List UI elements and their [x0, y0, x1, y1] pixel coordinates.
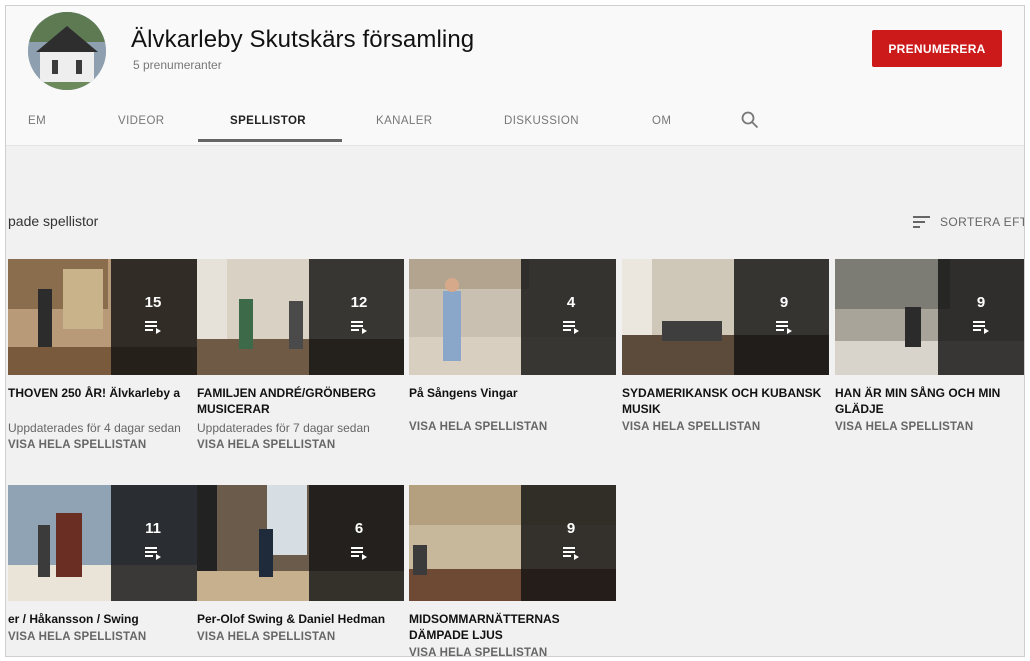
church-avatar-image: [28, 12, 106, 90]
subscribe-button[interactable]: PRENUMERERA: [872, 30, 1002, 67]
video-count: 11: [145, 520, 161, 537]
video-count: 9: [566, 520, 576, 537]
channel-tabs: EM VIDEOR SPELLISTOR KANALER DISKUSSION …: [6, 98, 1024, 144]
playlist-icon: [563, 321, 579, 334]
playlist-thumbnail[interactable]: 6: [197, 485, 404, 601]
active-tab-indicator: [198, 139, 342, 142]
playlist-overlay: 15: [110, 259, 198, 375]
playlist-overlay: 9: [938, 259, 1024, 375]
video-count: 12: [350, 294, 368, 311]
playlist-icon: [145, 547, 161, 560]
video-count: 4: [566, 294, 576, 311]
video-count: 9: [779, 294, 789, 311]
playlist-thumbnail[interactable]: 9: [835, 259, 1024, 375]
section-title: pade spellistor: [8, 213, 99, 229]
channel-page: Älvkarleby Skutskärs församling 5 prenum…: [5, 5, 1025, 657]
video-count: 15: [144, 294, 162, 311]
tab-videos[interactable]: VIDEOR: [118, 98, 165, 144]
channel-header: Älvkarleby Skutskärs församling 5 prenum…: [6, 6, 1024, 146]
playlist-overlay: 9: [520, 485, 616, 601]
view-full-playlist-link[interactable]: VISA HELA SPELLISTAN: [8, 439, 198, 451]
playlist-overlay: 4: [520, 259, 616, 375]
playlist-thumbnail[interactable]: 9: [409, 485, 616, 601]
view-full-playlist-link[interactable]: VISA HELA SPELLISTAN: [197, 631, 404, 643]
playlist-card[interactable]: 15 THOVEN 250 ÅR! Älvkarleby a Uppdatera…: [8, 259, 198, 451]
sort-button[interactable]: SORTERA EFTER: [940, 215, 1024, 229]
playlist-card[interactable]: 4 På Sångens Vingar VISA HELA SPELLISTAN: [409, 259, 616, 433]
tab-about[interactable]: OM: [652, 98, 671, 144]
playlist-title[interactable]: SYDAMERIKANSK OCH KUBANSK MUSIK: [622, 385, 829, 417]
view-full-playlist-link[interactable]: VISA HELA SPELLISTAN: [622, 421, 829, 433]
playlist-overlay: 9: [733, 259, 829, 375]
video-count: 9: [976, 294, 986, 311]
playlist-icon: [973, 321, 989, 334]
playlist-card[interactable]: 9 SYDAMERIKANSK OCH KUBANSK MUSIK VISA H…: [622, 259, 829, 433]
view-full-playlist-link[interactable]: VISA HELA SPELLISTAN: [835, 421, 1024, 433]
playlist-title[interactable]: HAN ÄR MIN SÅNG OCH MIN GLÄDJE: [835, 385, 1024, 417]
tab-discussion[interactable]: DISKUSSION: [504, 98, 579, 144]
tab-home[interactable]: EM: [28, 98, 46, 144]
playlist-card[interactable]: 12 FAMILJEN ANDRÉ/GRÖNBERG MUSICERAR Upp…: [197, 259, 404, 451]
tab-playlists[interactable]: SPELLISTOR: [230, 98, 306, 144]
playlist-title[interactable]: THOVEN 250 ÅR! Älvkarleby a: [8, 385, 198, 417]
playlist-title[interactable]: MIDSOMMARNÄTTERNAS DÄMPADE LJUS: [409, 611, 616, 643]
playlist-thumbnail[interactable]: 15: [8, 259, 198, 375]
playlist-icon: [145, 321, 161, 334]
view-full-playlist-link[interactable]: VISA HELA SPELLISTAN: [409, 647, 616, 656]
video-count: 6: [354, 520, 364, 537]
playlist-overlay: 6: [308, 485, 404, 601]
subscriber-count: 5 prenumeranter: [133, 58, 222, 72]
view-full-playlist-link[interactable]: VISA HELA SPELLISTAN: [197, 439, 404, 451]
playlist-card[interactable]: 6 Per-Olof Swing & Daniel Hedman VISA HE…: [197, 485, 404, 643]
playlist-card[interactable]: 11 er / Håkansson / Swing VISA HELA SPEL…: [8, 485, 198, 643]
playlist-overlay: 11: [110, 485, 198, 601]
playlist-thumbnail[interactable]: 9: [622, 259, 829, 375]
playlist-overlay: 12: [308, 259, 404, 375]
playlist-card[interactable]: 9 MIDSOMMARNÄTTERNAS DÄMPADE LJUS VISA H…: [409, 485, 616, 656]
playlist-updated: Uppdaterades för 7 dagar sedan: [197, 421, 370, 435]
playlist-thumbnail[interactable]: 11: [8, 485, 198, 601]
view-full-playlist-link[interactable]: VISA HELA SPELLISTAN: [8, 631, 198, 643]
sort-icon[interactable]: [912, 214, 932, 230]
channel-avatar[interactable]: [28, 12, 106, 90]
playlist-icon: [563, 547, 579, 560]
playlist-updated: Uppdaterades för 4 dagar sedan: [8, 421, 181, 435]
playlist-icon: [776, 321, 792, 334]
playlist-icon: [351, 321, 367, 334]
playlist-icon: [351, 547, 367, 560]
playlist-thumbnail[interactable]: 12: [197, 259, 404, 375]
channel-title: Älvkarleby Skutskärs församling: [131, 26, 475, 53]
view-full-playlist-link[interactable]: VISA HELA SPELLISTAN: [409, 421, 616, 433]
tab-channels[interactable]: KANALER: [376, 98, 433, 144]
search-icon[interactable]: [740, 110, 760, 130]
playlist-thumbnail[interactable]: 4: [409, 259, 616, 375]
playlist-title[interactable]: På Sångens Vingar: [409, 385, 616, 417]
playlist-title[interactable]: FAMILJEN ANDRÉ/GRÖNBERG MUSICERAR: [197, 385, 404, 417]
playlist-card[interactable]: 9 HAN ÄR MIN SÅNG OCH MIN GLÄDJE VISA HE…: [835, 259, 1024, 433]
